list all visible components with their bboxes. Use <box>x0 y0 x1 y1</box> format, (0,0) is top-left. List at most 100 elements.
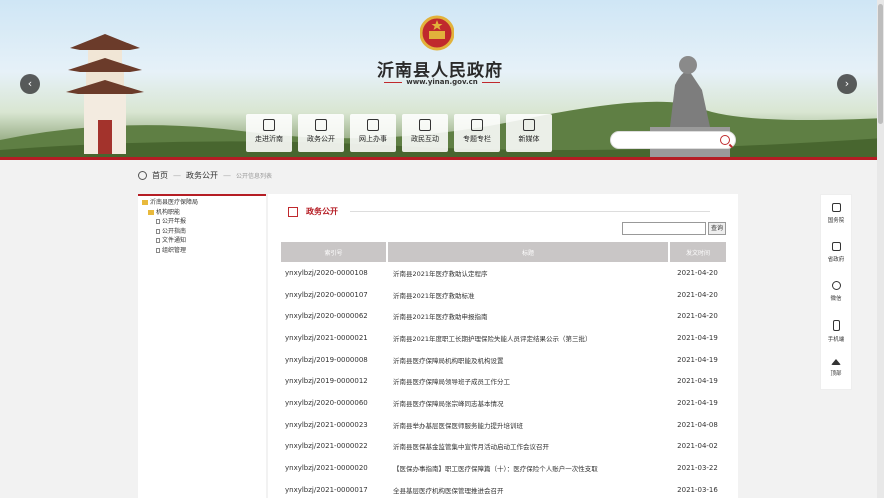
banner-next-button[interactable]: › <box>837 74 857 94</box>
cell-index: ynxylbzj/2021-0000017 <box>285 485 368 494</box>
cell-title[interactable]: 沂南县举办基层医保医师服务能力提升培训班 <box>387 414 669 436</box>
tree-item-label: 公开指南 <box>162 227 187 235</box>
table-row[interactable]: ynxylbzj/2020-0000062 沂南县2021年医疗救助申报指南 202… <box>281 305 726 327</box>
camera-icon <box>263 119 275 131</box>
nav-item-zhengminhudong[interactable]: 政民互动 <box>402 114 448 152</box>
book-icon <box>471 119 483 131</box>
info-table: 索引号 标题 发文时间 ynxylbzj/2020-0000108 沂南县2021… <box>281 242 726 498</box>
float-label: 省政府 <box>827 257 845 263</box>
tree-item-label: 文件通知 <box>162 237 187 244</box>
cell-date: 2021-04-08 <box>677 420 718 429</box>
search-icon[interactable] <box>720 135 730 145</box>
folder-icon <box>142 200 148 205</box>
nav-item-zhuantizhuanlan[interactable]: 专题专栏 <box>454 114 500 152</box>
list-search-input[interactable] <box>622 222 706 235</box>
column-header-title: 标题 <box>387 242 670 262</box>
float-label: 顶部 <box>830 371 842 377</box>
table-row[interactable]: ynxylbzj/2020-0000107 沂南县2021年医疗救助标准 2021-… <box>281 284 726 306</box>
phone-icon <box>832 320 840 331</box>
tree-item[interactable]: 公开年报 <box>142 217 262 227</box>
cell-title[interactable]: 【医保办事指南】职工医疗保障篇（十）：医疗保险个人账户一次性支取 <box>387 457 669 479</box>
query-button[interactable]: 查询 <box>708 222 726 235</box>
header-divider <box>0 157 884 160</box>
table-row[interactable]: ynxylbzj/2019-0000012 沂南县医疗保障局领导班子成员工作分工 2… <box>281 370 726 392</box>
main-nav: 走进沂南 政务公开 网上办事 政民互动 专题专栏 新媒体 <box>246 114 552 152</box>
header-banner: 沂南县人民政府 www.yinan.gov.cn ‹ › 走进沂南 政务公开 网… <box>0 0 884 160</box>
nav-label: 政务公开 <box>307 135 335 143</box>
folder-icon <box>148 209 154 215</box>
list-icon <box>288 206 298 217</box>
cell-index: ynxylbzj/2019-0000012 <box>285 377 368 386</box>
banner-prev-button[interactable]: ‹ <box>20 74 40 94</box>
cell-date: 2021-04-20 <box>677 290 718 299</box>
cell-date: 2021-03-16 <box>677 485 718 494</box>
panel-title: 政务公开 <box>306 207 338 216</box>
page-scrollbar[interactable] <box>877 0 884 498</box>
cell-index: ynxylbzj/2021-0000020 <box>285 464 368 473</box>
cell-title[interactable]: 沂南县2021年医疗救助认定程序 <box>387 262 669 284</box>
table-header-row: 索引号 标题 发文时间 <box>281 242 726 262</box>
cell-index: ynxylbzj/2021-0000023 <box>285 420 368 429</box>
scrollbar-thumb[interactable] <box>878 4 883 124</box>
file-icon <box>156 228 160 234</box>
breadcrumb-separator: — <box>223 171 231 180</box>
form-icon <box>367 119 379 131</box>
cell-index: ynxylbzj/2021-0000021 <box>285 333 368 342</box>
float-label: 手机端 <box>827 337 845 343</box>
tree-item[interactable]: 公开指南 <box>142 227 262 237</box>
cell-title[interactable]: 沂南县2021年度职工长期护理保险失能人员评定结果公示（第三批） <box>387 327 669 349</box>
cell-index: ynxylbzj/2020-0000060 <box>285 398 368 407</box>
table-row[interactable]: ynxylbzj/2021-0000017 全县基层医疗机构医保管理推进会召开 20… <box>281 479 726 498</box>
cell-title[interactable]: 沂南县2021年医疗救助标准 <box>387 284 669 306</box>
float-item-dingbu[interactable]: 顶部 <box>821 351 851 390</box>
site-search-input[interactable] <box>610 131 736 149</box>
category-tree: 沂南县医疗保障局 机构职能 公开年报 公开指南 文件通知 组织管理 <box>138 194 266 498</box>
government-icon <box>831 242 841 251</box>
up-arrow-icon <box>831 359 841 365</box>
cell-date: 2021-04-20 <box>677 312 718 321</box>
float-item-shengzhengfu[interactable]: 省政府 <box>821 234 851 273</box>
info-list-panel: 政务公开 查询 索引号 标题 发文时间 ynxylbzj/2020-000010… <box>268 194 738 498</box>
cell-title[interactable]: 沂南县医疗保障局张宗峰同志基本情况 <box>387 392 669 414</box>
tree-item[interactable]: 文件通知 <box>142 236 262 246</box>
breadcrumb-level1[interactable]: 政务公开 <box>186 170 218 181</box>
table-row[interactable]: ynxylbzj/2020-0000108 沂南县2021年医疗救助认定程序 202… <box>281 262 726 284</box>
tree-group[interactable]: 机构职能 <box>142 208 262 218</box>
cell-title[interactable]: 沂南县2021年医疗救助申报指南 <box>387 305 669 327</box>
tree-item[interactable]: 组织管理 <box>142 246 262 256</box>
nav-label: 政民互动 <box>411 135 439 143</box>
table-row[interactable]: ynxylbzj/2019-0000008 沂南县医疗保障局机构职能及机构设置 20… <box>281 349 726 371</box>
nav-label: 新媒体 <box>518 135 540 143</box>
table-row[interactable]: ynxylbzj/2021-0000020 【医保办事指南】职工医疗保障篇（十）：… <box>281 457 726 479</box>
pavilion-tower-image <box>66 34 144 154</box>
nav-label: 网上办事 <box>359 135 387 143</box>
breadcrumb-home[interactable]: 首页 <box>152 170 168 181</box>
file-icon <box>156 247 160 253</box>
table-row[interactable]: ynxylbzj/2021-0000021 沂南县2021年度职工长期护理保险失能… <box>281 327 726 349</box>
table-row[interactable]: ynxylbzj/2020-0000060 沂南县医疗保障局张宗峰同志基本情况 20… <box>281 392 726 414</box>
cell-date: 2021-04-19 <box>677 333 718 342</box>
cell-title[interactable]: 全县基层医疗机构医保管理推进会召开 <box>387 479 669 498</box>
wechat-icon <box>831 281 841 290</box>
nav-item-zhengwugongkai[interactable]: 政务公开 <box>298 114 344 152</box>
cell-title[interactable]: 沂南县医疗保障局机构职能及机构设置 <box>387 349 669 371</box>
breadcrumb-current: 公开信息列表 <box>236 173 273 180</box>
column-header-date: 发文时间 <box>669 242 726 262</box>
cell-date: 2021-04-02 <box>677 442 718 451</box>
cell-title[interactable]: 沂南县医疗保障局领导班子成员工作分工 <box>387 370 669 392</box>
tree-root[interactable]: 沂南县医疗保障局 <box>142 198 262 208</box>
float-item-shoujiduan[interactable]: 手机端 <box>821 312 851 351</box>
nav-item-xinmeiti[interactable]: 新媒体 <box>506 114 552 152</box>
cell-date: 2021-04-19 <box>677 398 718 407</box>
site-url: www.yinan.gov.cn <box>372 78 512 86</box>
float-item-weixin[interactable]: 微信 <box>821 273 851 312</box>
table-row[interactable]: ynxylbzj/2021-0000022 沂南县医保基金监管集中宣传月活动启动工… <box>281 436 726 458</box>
building-icon <box>831 203 841 212</box>
table-row[interactable]: ynxylbzj/2021-0000023 沂南县举办基层医保医师服务能力提升培训… <box>281 414 726 436</box>
column-header-index: 索引号 <box>281 242 388 262</box>
cell-title[interactable]: 沂南县医保基金监管集中宣传月活动启动工作会议召开 <box>387 436 669 458</box>
nav-item-zoujinyinan[interactable]: 走进沂南 <box>246 114 292 152</box>
float-item-guowuyuan[interactable]: 国务院 <box>821 195 851 234</box>
national-emblem-icon <box>420 15 454 51</box>
nav-item-wangshangbanshi[interactable]: 网上办事 <box>350 114 396 152</box>
